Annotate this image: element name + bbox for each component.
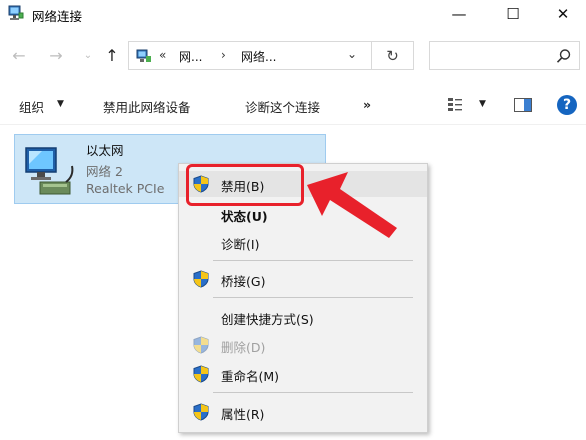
- menu-separator: [213, 297, 413, 298]
- recent-locations-button[interactable]: ⌄: [77, 44, 99, 66]
- uac-shield-icon: [193, 403, 209, 421]
- menu-item-bridge[interactable]: 桥接(G): [179, 266, 427, 292]
- refresh-button[interactable]: ↻: [372, 41, 414, 70]
- minimize-button[interactable]: —: [436, 0, 482, 27]
- menu-separator: [213, 260, 413, 261]
- control-panel-icon: [136, 49, 151, 62]
- uac-shield-icon: [193, 270, 209, 288]
- diagnose-connection-button[interactable]: 诊断这个连接: [245, 97, 320, 116]
- address-dropdown[interactable]: ⌄: [347, 47, 357, 61]
- title-bar: 网络连接 — ☐ ✕: [0, 0, 586, 27]
- organize-menu[interactable]: 组织: [19, 97, 44, 116]
- maximize-button[interactable]: ☐: [490, 0, 536, 27]
- ethernet-adapter-icon: [25, 147, 74, 195]
- address-segment-network-connections[interactable]: 网络...: [241, 48, 276, 65]
- window-title: 网络连接: [32, 9, 83, 24]
- menu-separator: [213, 392, 413, 393]
- close-button[interactable]: ✕: [540, 0, 586, 27]
- more-commands-button[interactable]: »: [363, 97, 371, 112]
- network-connections-icon: [8, 5, 24, 20]
- chevron-down-icon[interactable]: ▼: [57, 99, 64, 109]
- address-separator[interactable]: ›: [221, 48, 226, 62]
- adapter-network: 网络 2: [86, 164, 123, 179]
- adapter-name: 以太网: [86, 143, 124, 158]
- menu-item-create-shortcut[interactable]: 创建快捷方式(S): [179, 304, 427, 330]
- command-bar: 组织 ▼ 禁用此网络设备 诊断这个连接 » ▼ ?: [0, 88, 586, 125]
- uac-shield-icon: [193, 365, 209, 383]
- back-button[interactable]: ←: [8, 44, 30, 66]
- uac-shield-icon: [193, 336, 209, 354]
- address-bar[interactable]: « 网... › 网络... ⌄: [128, 41, 372, 70]
- disable-device-button[interactable]: 禁用此网络设备: [103, 97, 191, 116]
- preview-pane-icon[interactable]: [514, 98, 532, 112]
- forward-button[interactable]: →: [45, 44, 67, 66]
- search-input[interactable]: [429, 41, 580, 70]
- address-segment-network[interactable]: 网...: [179, 48, 202, 65]
- help-icon[interactable]: ?: [557, 95, 577, 115]
- view-options-chevron-icon[interactable]: ▼: [479, 99, 486, 109]
- highlight-callout-box: [186, 164, 304, 206]
- menu-item-properties[interactable]: 属性(R): [179, 399, 427, 425]
- menu-item-rename[interactable]: 重命名(M): [179, 361, 427, 387]
- search-icon: [556, 49, 571, 63]
- change-view-icon[interactable]: [447, 97, 463, 113]
- up-button[interactable]: ↑: [101, 44, 123, 66]
- menu-item-delete[interactable]: 删除(D): [179, 332, 427, 358]
- address-overflow[interactable]: «: [159, 48, 166, 62]
- adapter-device: Realtek PCIe: [86, 181, 165, 196]
- menu-item-diagnose[interactable]: 诊断(I): [179, 229, 427, 255]
